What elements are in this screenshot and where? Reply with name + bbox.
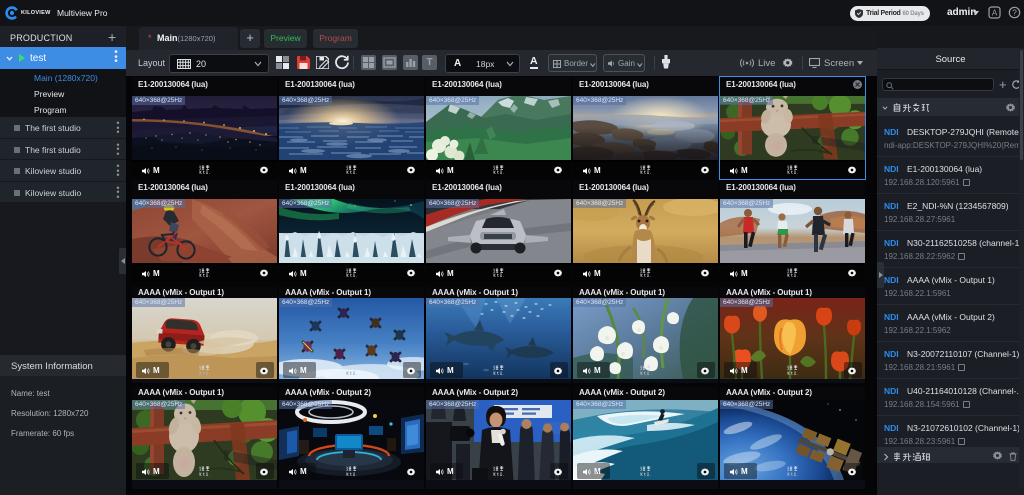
svg-text:?: ? bbox=[1012, 8, 1017, 18]
svg-text:A: A bbox=[992, 9, 998, 18]
